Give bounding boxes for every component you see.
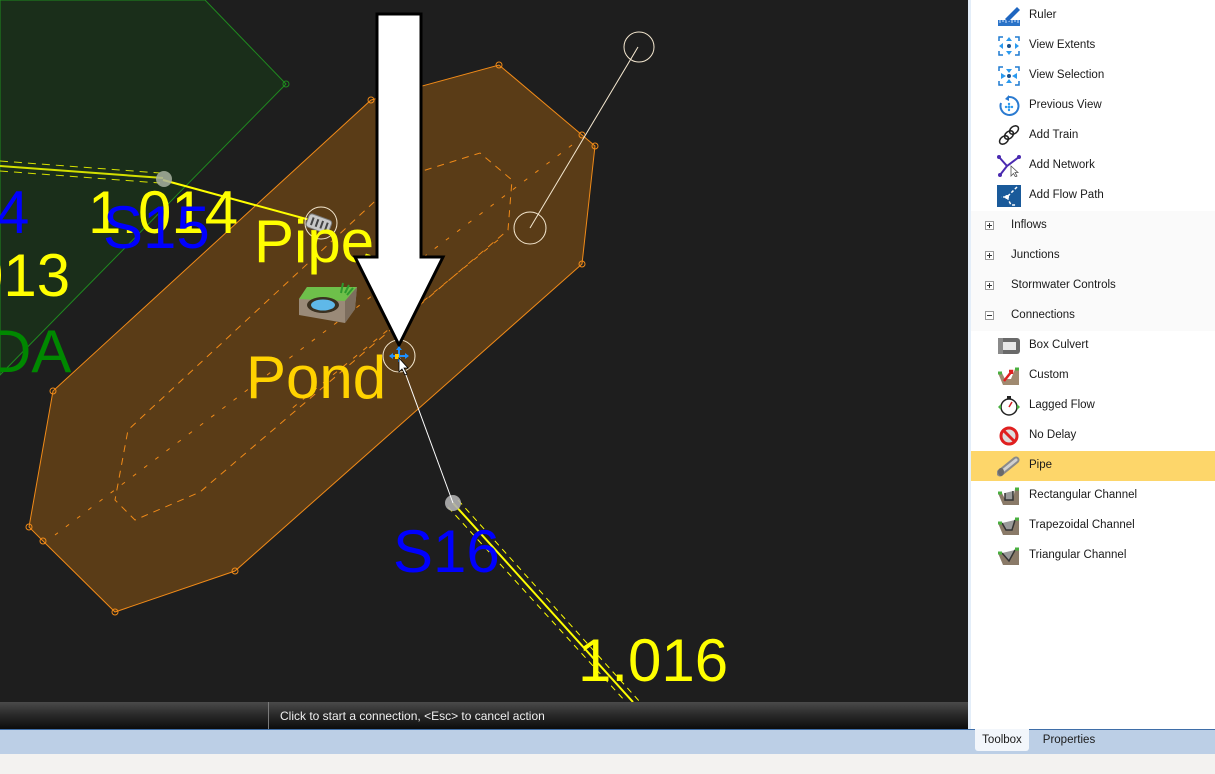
connection-label: No Delay	[1029, 429, 1077, 441]
tool-label: Previous View	[1029, 99, 1102, 111]
status-bar-left-pane	[0, 702, 269, 729]
rectangular-channel-icon	[997, 485, 1021, 507]
triangular-channel-icon	[997, 545, 1021, 567]
connection-no-delay[interactable]: No Delay	[971, 421, 1215, 451]
connection-label: Custom	[1029, 369, 1069, 381]
connection-pipe[interactable]: Pipe	[971, 451, 1215, 481]
trapezoidal-channel-icon	[997, 515, 1021, 537]
window-footer	[0, 754, 1215, 774]
link-label-1016: 1.016	[578, 627, 728, 694]
category-inflows[interactable]: Inflows	[971, 211, 1215, 241]
category-junctions[interactable]: Junctions	[971, 241, 1215, 271]
tool-view-selection[interactable]: View Selection	[971, 61, 1215, 91]
connection-custom[interactable]: Custom	[971, 361, 1215, 391]
connection-label: Box Culvert	[1029, 339, 1089, 351]
category-stormwater-controls[interactable]: Stormwater Controls	[971, 271, 1215, 301]
expand-icon[interactable]	[985, 221, 994, 230]
add-network-icon	[997, 155, 1021, 177]
node-label-s15: S15	[103, 194, 210, 261]
tool-view-extents[interactable]: View Extents	[971, 31, 1215, 61]
connection-label: Trapezoidal Channel	[1029, 519, 1135, 531]
connection-label: Rectangular Channel	[1029, 489, 1138, 501]
category-label: Inflows	[1011, 219, 1047, 231]
connection-handle-ne[interactable]	[623, 31, 655, 63]
connection-label: Triangular Channel	[1029, 549, 1127, 561]
connection-rectangular-channel[interactable]: Rectangular Channel	[971, 481, 1215, 511]
connection-triangular-channel[interactable]: Triangular Channel	[971, 541, 1215, 571]
tool-add-flow-path[interactable]: Add Flow Path	[971, 181, 1215, 211]
node-label-s16: S16	[393, 518, 500, 585]
tool-label: Add Flow Path	[1029, 189, 1104, 201]
custom-channel-icon	[997, 365, 1021, 387]
node-label-4: 4	[0, 179, 29, 246]
tool-add-train[interactable]: Add Train	[971, 121, 1215, 151]
view-selection-icon	[997, 65, 1021, 87]
connection-label: Lagged Flow	[1029, 399, 1095, 411]
tool-label: View Extents	[1029, 39, 1096, 51]
map-drawing[interactable]: 4 013 DA 1.014 S15 Pipe Pond S16 1.016	[0, 0, 968, 702]
tool-label: Add Network	[1029, 159, 1095, 171]
map-canvas[interactable]: 4 013 DA 1.014 S15 Pipe Pond S16 1.016	[0, 0, 968, 702]
pipe-icon	[997, 455, 1021, 477]
panel-tabs: Toolbox Properties	[968, 729, 1215, 753]
category-connections[interactable]: Connections	[971, 301, 1215, 331]
pond-label: Pond	[246, 344, 386, 411]
box-culvert-icon	[997, 335, 1021, 357]
status-bar: Click to start a connection, <Esc> to ca…	[0, 702, 968, 729]
tool-ruler[interactable]: Ruler	[971, 1, 1215, 31]
status-message: Click to start a connection, <Esc> to ca…	[280, 709, 545, 723]
category-label: Junctions	[1011, 249, 1060, 261]
view-extents-icon	[997, 35, 1021, 57]
previous-view-icon	[997, 95, 1021, 117]
tool-label: View Selection	[1029, 69, 1105, 81]
catchment-label-da: DA	[0, 318, 71, 385]
tool-previous-view[interactable]: Previous View	[971, 91, 1215, 121]
connection-box-culvert[interactable]: Box Culvert	[971, 331, 1215, 361]
toolbox-panel: Ruler View Extents View Selection Previo…	[968, 0, 1215, 729]
ruler-icon	[997, 5, 1021, 27]
pipe-label: Pipe	[254, 208, 374, 275]
tool-add-network[interactable]: Add Network	[971, 151, 1215, 181]
tab-properties[interactable]: Properties	[1038, 729, 1100, 751]
expand-icon[interactable]	[985, 251, 994, 260]
lagged-flow-icon	[997, 395, 1021, 417]
category-label: Connections	[1011, 309, 1075, 321]
category-label: Stormwater Controls	[1011, 279, 1116, 291]
connection-label: Pipe	[1029, 459, 1053, 471]
collapse-icon[interactable]	[985, 311, 994, 320]
tool-label: Ruler	[1029, 9, 1057, 21]
connection-lagged-flow[interactable]: Lagged Flow	[971, 391, 1215, 421]
no-delay-icon	[997, 425, 1021, 447]
add-flow-path-icon	[997, 185, 1021, 207]
expand-icon[interactable]	[985, 281, 994, 290]
connection-trapezoidal-channel[interactable]: Trapezoidal Channel	[971, 511, 1215, 541]
tool-label: Add Train	[1029, 129, 1079, 141]
link-label-1013: 013	[0, 242, 70, 309]
add-train-icon	[997, 125, 1021, 147]
tab-toolbox[interactable]: Toolbox	[975, 729, 1029, 751]
